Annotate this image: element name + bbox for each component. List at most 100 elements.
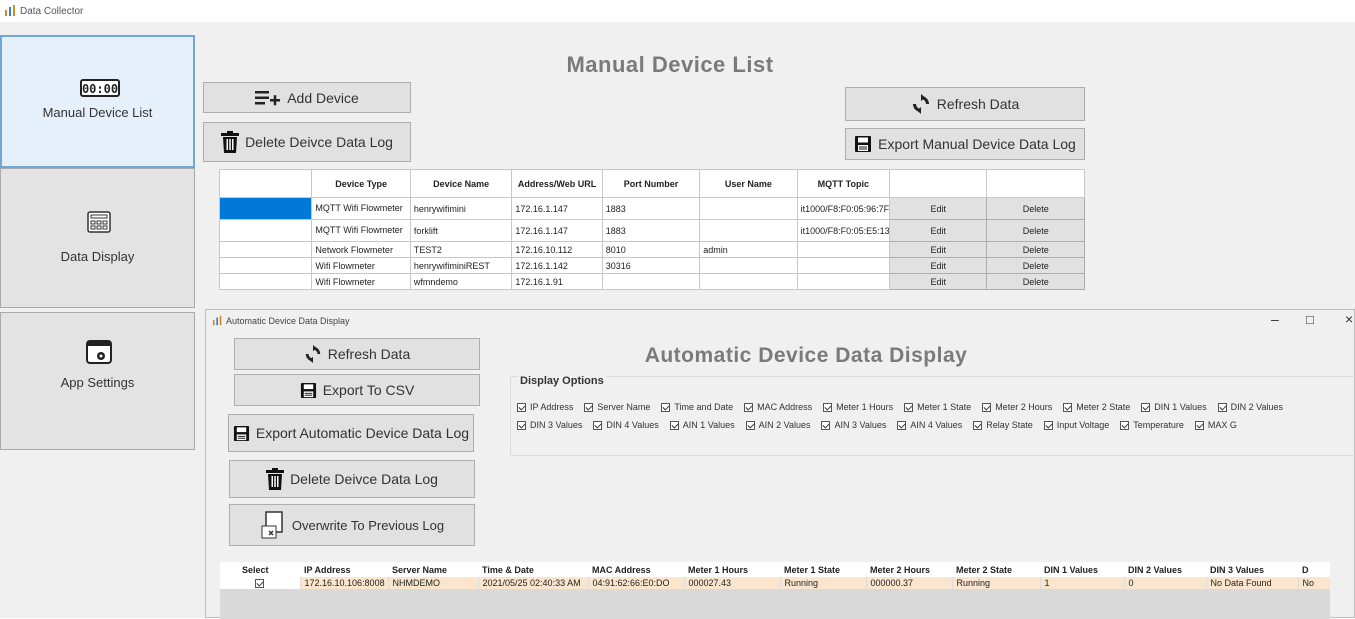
column-header: Meter 1 State — [780, 562, 866, 577]
checkbox-checked-icon[interactable] — [745, 420, 755, 430]
edit-button[interactable]: Edit — [889, 273, 988, 290]
cell-mqtt-topic — [796, 241, 891, 258]
cell-meter1-hours: 000027.43 — [684, 577, 781, 589]
edit-button[interactable]: Edit — [889, 197, 988, 220]
option-ain1-values[interactable]: AIN 1 Values — [669, 420, 735, 430]
row-selector[interactable] — [218, 257, 313, 274]
row-selector[interactable] — [218, 273, 313, 290]
export-csv-label: Export To CSV — [322, 382, 415, 398]
edit-button[interactable]: Edit — [889, 219, 988, 242]
overwrite-document-icon — [261, 511, 283, 539]
row-selector[interactable] — [218, 219, 313, 242]
edit-button[interactable]: Edit — [889, 241, 988, 258]
table-row[interactable]: Wifi Flowmeter wfmndemo 172.16.1.91 Edit… — [218, 273, 1085, 290]
overwrite-log-button[interactable]: Overwrite To Previous Log — [229, 504, 475, 546]
checkbox-checked-icon[interactable] — [517, 402, 526, 412]
option-input-voltage[interactable]: Input Voltage — [1043, 420, 1109, 430]
table-row[interactable]: Network Flowmeter TEST2 172.16.10.112 80… — [218, 241, 1085, 258]
column-header: Port Number — [601, 169, 701, 198]
option-din2-values[interactable]: DIN 2 Values — [1217, 402, 1283, 412]
export-csv-button[interactable]: Export To CSV — [234, 374, 480, 406]
option-temperature[interactable]: Temperature — [1120, 420, 1184, 430]
option-label: MAC Address — [757, 402, 813, 412]
option-label: DIN 3 Values — [530, 420, 583, 430]
checkbox-checked-icon[interactable] — [1217, 402, 1227, 412]
close-button[interactable]: × — [1345, 311, 1353, 327]
export-manual-log-button[interactable]: Export Manual Device Data Log — [845, 128, 1085, 160]
option-din4-values[interactable]: DIN 4 Values — [593, 420, 659, 430]
checkbox-checked-icon[interactable] — [669, 420, 679, 430]
auto-refresh-data-button[interactable]: Refresh Data — [234, 338, 480, 370]
edit-button[interactable]: Edit — [889, 257, 988, 274]
checkbox-checked-icon[interactable] — [897, 420, 907, 430]
option-ain2-values[interactable]: AIN 2 Values — [745, 420, 810, 430]
table-row[interactable]: Wifi Flowmeter henrywifiminiREST 172.16.… — [218, 257, 1085, 274]
refresh-data-button[interactable]: Refresh Data — [845, 87, 1085, 121]
automatic-data-dialog[interactable]: Automatic Device Data Display – □ × Auto… — [205, 309, 1355, 619]
cell-port: 1883 — [601, 197, 701, 220]
option-label: Relay State — [986, 420, 1033, 430]
option-label: AIN 4 Values — [910, 420, 963, 430]
option-mac-address[interactable]: MAC Address — [744, 402, 812, 412]
auto-delete-log-button[interactable]: Delete Deivce Data Log — [229, 460, 475, 498]
select-cell[interactable] — [220, 577, 301, 589]
option-relay-state[interactable]: Relay State — [973, 420, 1033, 430]
table-row[interactable]: 172.16.10.106:8008 NHMDEMO 2021/05/25 02… — [220, 577, 1330, 589]
option-meter1-hours[interactable]: Meter 1 Hours — [823, 402, 893, 412]
minimize-button[interactable]: – — [1271, 311, 1279, 327]
delete-button[interactable]: Delete — [986, 273, 1085, 290]
delete-button[interactable]: Delete — [986, 257, 1085, 274]
checkbox-checked-icon[interactable] — [593, 420, 603, 430]
checkbox-checked-icon[interactable] — [1194, 420, 1204, 430]
checkbox-checked-icon[interactable] — [982, 402, 992, 412]
sidebar-item-data-display[interactable]: Data Display — [0, 168, 195, 308]
checkbox-checked-icon[interactable] — [973, 420, 983, 430]
option-meter2-state[interactable]: Meter 2 State — [1063, 402, 1130, 412]
option-label: Meter 2 State — [1076, 402, 1131, 412]
option-ain4-values[interactable]: AIN 4 Values — [897, 420, 962, 430]
delete-button[interactable]: Delete — [986, 241, 1085, 258]
column-header: MAC Address — [588, 562, 684, 577]
option-din1-values[interactable]: DIN 1 Values — [1141, 402, 1207, 412]
checkbox-checked-icon[interactable] — [1063, 402, 1073, 412]
checkbox-checked-icon[interactable] — [904, 402, 914, 412]
option-din3-values[interactable]: DIN 3 Values — [517, 420, 582, 430]
checkbox-checked-icon[interactable] — [517, 420, 526, 430]
checkbox-checked-icon[interactable] — [661, 402, 671, 412]
add-device-button[interactable]: Add Device — [203, 82, 411, 113]
option-time-date[interactable]: Time and Date — [661, 402, 733, 412]
checkbox-checked-icon[interactable] — [584, 402, 594, 412]
option-label: DIN 2 Values — [1230, 402, 1283, 412]
results-grid[interactable]: Select IP Address Server Name Time & Dat… — [220, 562, 1330, 619]
checkbox-checked-icon[interactable] — [1043, 420, 1053, 430]
delete-device-log-button[interactable]: Delete Deivce Data Log — [203, 122, 411, 162]
option-meter1-state[interactable]: Meter 1 State — [904, 402, 971, 412]
row-selector[interactable] — [218, 197, 313, 220]
option-label: MAX G — [1207, 420, 1237, 430]
delete-button[interactable]: Delete — [986, 219, 1085, 242]
column-header: D — [1298, 562, 1330, 577]
row-selector[interactable] — [218, 241, 313, 258]
sidebar-item-manual-device-list[interactable]: 00:00 Manual Device List — [0, 35, 195, 168]
option-label: Meter 2 Hours — [995, 402, 1053, 412]
checkbox-checked-icon[interactable] — [255, 579, 265, 589]
column-header: DIN 1 Values — [1040, 562, 1124, 577]
sidebar-item-app-settings[interactable]: App Settings — [0, 312, 195, 450]
checkbox-checked-icon[interactable] — [744, 402, 754, 412]
checkbox-checked-icon[interactable] — [1141, 402, 1151, 412]
export-automatic-log-button[interactable]: Export Automatic Device Data Log — [228, 414, 474, 452]
table-row[interactable]: MQTT Wifi Flowmeter henrywifimini 172.16… — [218, 197, 1085, 220]
cell-meter1-state: Running — [780, 577, 867, 589]
option-ain3-values[interactable]: AIN 3 Values — [821, 420, 886, 430]
delete-button[interactable]: Delete — [986, 197, 1085, 220]
option-ip-address[interactable]: IP Address — [517, 402, 573, 412]
option-max-g[interactable]: MAX G — [1194, 420, 1237, 430]
checkbox-checked-icon[interactable] — [1120, 420, 1130, 430]
checkbox-checked-icon[interactable] — [821, 420, 831, 430]
maximize-button[interactable]: □ — [1306, 312, 1314, 327]
option-meter2-hours[interactable]: Meter 2 Hours — [982, 402, 1052, 412]
option-server-name[interactable]: Server Name — [584, 402, 650, 412]
cell-user — [699, 273, 798, 290]
checkbox-checked-icon[interactable] — [823, 402, 833, 412]
table-row[interactable]: MQTT Wifi Flowmeter forklift 172.16.1.14… — [218, 219, 1085, 242]
